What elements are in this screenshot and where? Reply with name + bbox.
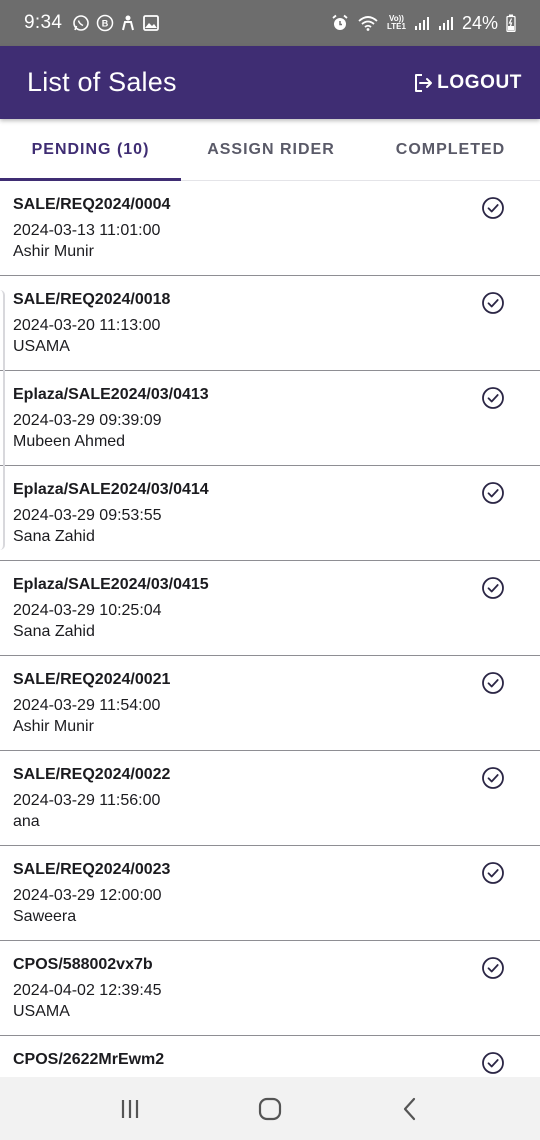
- sale-customer: Sana Zahid: [13, 623, 95, 640]
- sale-id: CPOS/588002vx7b: [13, 956, 153, 973]
- svg-text:B: B: [102, 19, 109, 29]
- image-icon: [142, 14, 160, 32]
- sale-row[interactable]: SALE/REQ2024/0021 2024-03-29 11:54:00 Ashi…: [0, 656, 540, 751]
- sale-datetime: 2024-03-29 12:00:00: [13, 887, 162, 904]
- person-icon: [120, 14, 136, 32]
- check-circle-icon[interactable]: [481, 386, 505, 410]
- sale-datetime: 2024-03-13 11:01:00: [13, 222, 161, 239]
- sale-customer: Saweera: [13, 908, 77, 925]
- home-button[interactable]: [240, 1089, 300, 1129]
- sale-row[interactable]: SALE/REQ2024/0018 2024-03-20 11:13:00 USAM…: [0, 276, 540, 371]
- tab-pending[interactable]: PENDING (10): [0, 119, 181, 181]
- sale-id: SALE/REQ2024/0021: [13, 671, 171, 688]
- check-circle-icon[interactable]: [481, 1051, 505, 1075]
- whatsapp-icon: [72, 14, 90, 32]
- tab-bar: PENDING (10) ASSIGN RIDER COMPLETED: [0, 119, 540, 181]
- signal-icon: [438, 15, 454, 31]
- sale-row[interactable]: Eplaza/SALE2024/03/0413 2024-03-29 09:39:…: [0, 371, 540, 466]
- signal-icon: [414, 15, 430, 31]
- page-title: List of Sales: [27, 67, 177, 97]
- volte-icon: Vo)) LTE1: [387, 15, 406, 31]
- home-icon: [257, 1096, 283, 1122]
- battery-charging-icon: [506, 14, 516, 32]
- status-bar: 9:34 B Vo)) LTE1 24%: [0, 0, 540, 46]
- tab-assign-rider[interactable]: ASSIGN RIDER: [181, 119, 361, 180]
- sale-datetime: 2024-03-29 11:56:00: [13, 792, 161, 809]
- sale-datetime: 2024-03-29 11:54:00: [13, 697, 161, 714]
- sale-row[interactable]: Eplaza/SALE2024/03/0414 2024-03-29 09:53:…: [0, 466, 540, 561]
- sale-customer: Ashir Munir: [13, 243, 94, 260]
- sale-row[interactable]: SALE/REQ2024/0004 2024-03-13 11:01:00 Ashi…: [0, 181, 540, 276]
- check-circle-icon[interactable]: [481, 861, 505, 885]
- sale-id: CPOS/2622MrEwm2: [13, 1051, 165, 1068]
- battery-percentage: 24%: [461, 12, 498, 33]
- sale-datetime: 2024-03-29 10:25:04: [13, 602, 162, 619]
- check-circle-icon[interactable]: [481, 956, 505, 980]
- sale-customer: USAMA: [13, 338, 70, 355]
- sale-row[interactable]: SALE/REQ2024/0022 2024-03-29 11:56:00 ana: [0, 751, 540, 846]
- sale-customer: Ashir Munir: [13, 718, 94, 735]
- status-bar-left: 9:34 B: [24, 12, 160, 34]
- check-circle-icon[interactable]: [481, 196, 505, 220]
- logout-label: LOGOUT: [437, 71, 522, 93]
- back-icon: [400, 1096, 420, 1122]
- sale-datetime: 2024-03-20 11:13:00: [13, 317, 161, 334]
- sale-id: Eplaza/SALE2024/03/0413: [13, 386, 209, 403]
- sale-id: SALE/REQ2024/0004: [13, 196, 171, 213]
- system-nav-bar: [0, 1077, 540, 1140]
- status-time: 9:34: [24, 12, 63, 33]
- recent-apps-button[interactable]: [100, 1089, 160, 1129]
- sale-row[interactable]: Eplaza/SALE2024/03/0415 2024-03-29 10:25:…: [0, 561, 540, 656]
- recent-apps-icon: [118, 1097, 142, 1121]
- alarm-icon: [331, 14, 349, 32]
- sale-customer: Sana Zahid: [13, 528, 95, 545]
- sale-datetime: 2024-03-29 09:53:55: [13, 507, 162, 524]
- logout-button[interactable]: LOGOUT: [411, 71, 522, 95]
- check-circle-icon[interactable]: [481, 576, 505, 600]
- check-circle-icon[interactable]: [481, 671, 505, 695]
- check-circle-icon[interactable]: [481, 481, 505, 505]
- volte-bottom-label: LTE1: [387, 22, 406, 31]
- sale-id: SALE/REQ2024/0023: [13, 861, 171, 878]
- sale-row[interactable]: CPOS/588002vx7b 2024-04-02 12:39:45 USAMA: [0, 941, 540, 1036]
- b-app-icon: B: [96, 14, 114, 32]
- sale-id: SALE/REQ2024/0018: [13, 291, 171, 308]
- app-bar: List of Sales LOGOUT: [0, 46, 540, 119]
- tab-completed[interactable]: COMPLETED: [361, 119, 540, 180]
- check-circle-icon[interactable]: [481, 766, 505, 790]
- sale-customer: Mubeen Ahmed: [13, 433, 126, 450]
- logout-icon: [411, 71, 435, 95]
- back-button[interactable]: [380, 1089, 440, 1129]
- sale-datetime: 2024-04-02 12:39:45: [13, 982, 162, 999]
- notification-icons: B: [72, 14, 160, 32]
- edge-panel-handle[interactable]: [0, 290, 5, 550]
- sales-list[interactable]: SALE/REQ2024/0004 2024-03-13 11:01:00 Ashi…: [0, 181, 540, 1077]
- wifi-icon: [357, 14, 379, 32]
- sale-datetime: 2024-03-29 09:39:09: [13, 412, 162, 429]
- check-circle-icon[interactable]: [481, 291, 505, 315]
- sale-row[interactable]: SALE/REQ2024/0023 2024-03-29 12:00:00 Sawe…: [0, 846, 540, 941]
- sale-customer: USAMA: [13, 1003, 70, 1020]
- sale-id: Eplaza/SALE2024/03/0414: [13, 481, 209, 498]
- sale-customer: ana: [13, 813, 40, 830]
- sale-id: Eplaza/SALE2024/03/0415: [13, 576, 209, 593]
- sale-id: SALE/REQ2024/0022: [13, 766, 171, 783]
- sale-row[interactable]: CPOS/2622MrEwm2: [0, 1036, 540, 1077]
- status-bar-right: Vo)) LTE1 24%: [331, 13, 516, 34]
